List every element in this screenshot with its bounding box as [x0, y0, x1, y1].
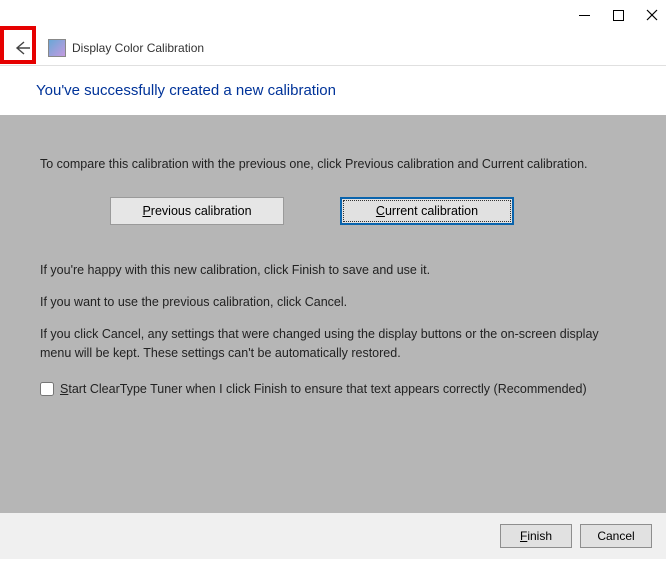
- close-button[interactable]: [646, 9, 658, 21]
- cleartype-label[interactable]: Start ClearType Tuner when I click Finis…: [60, 380, 600, 398]
- previous-calibration-button[interactable]: Previous calibration: [110, 197, 284, 225]
- cleartype-checkbox[interactable]: [40, 382, 54, 396]
- previous-instruction-text: If you want to use the previous calibrat…: [40, 293, 632, 311]
- content-panel: To compare this calibration with the pre…: [0, 115, 666, 513]
- compare-instruction-text: To compare this calibration with the pre…: [40, 155, 632, 173]
- cancel-button[interactable]: Cancel: [580, 524, 652, 548]
- cancel-instruction-text: If you click Cancel, any settings that w…: [40, 325, 632, 361]
- window-title: Display Color Calibration: [72, 41, 204, 55]
- current-calibration-button[interactable]: Current calibration: [340, 197, 514, 225]
- maximize-button[interactable]: [612, 9, 624, 21]
- finish-button[interactable]: Finish: [500, 524, 572, 548]
- app-icon: [48, 39, 66, 57]
- minimize-button[interactable]: [578, 9, 590, 21]
- finish-instruction-text: If you're happy with this new calibratio…: [40, 261, 632, 279]
- back-arrow-icon[interactable]: [8, 34, 36, 62]
- page-heading: You've successfully created a new calibr…: [36, 82, 666, 99]
